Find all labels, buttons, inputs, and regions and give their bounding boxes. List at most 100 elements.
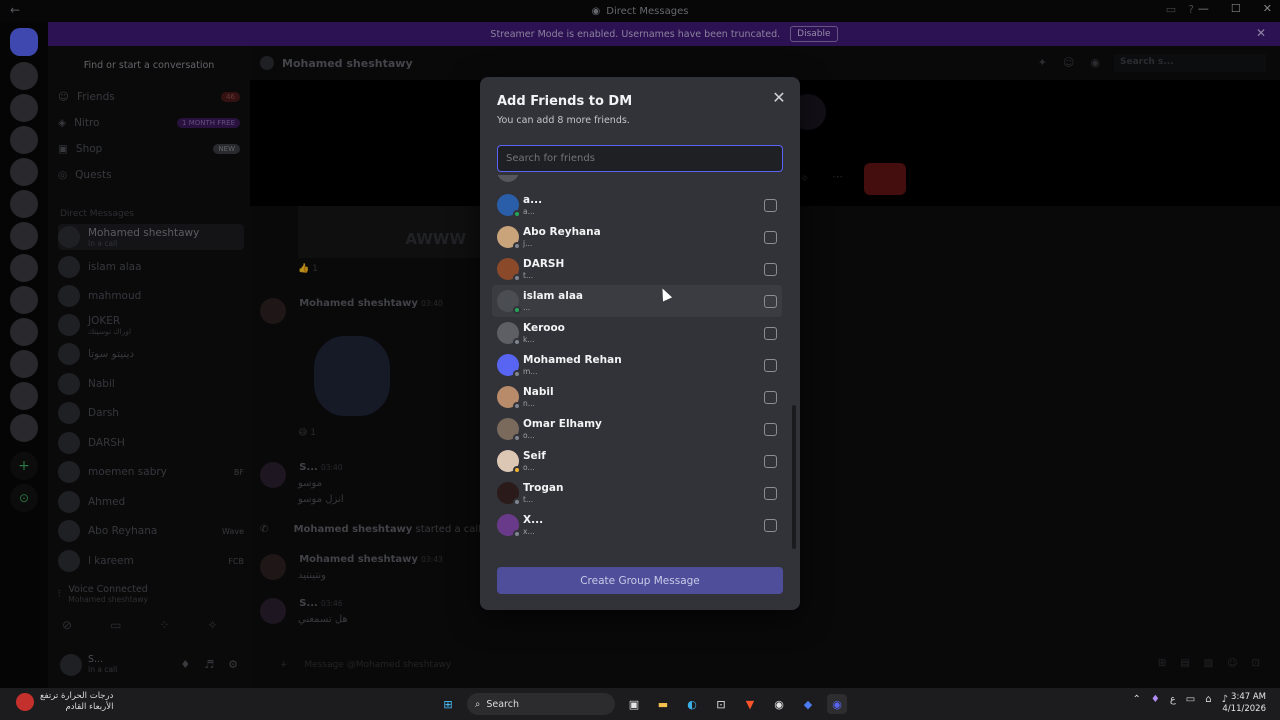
weather-alert-icon (16, 693, 34, 711)
friend-name: Seif (523, 449, 546, 462)
friend-name: Nabil (523, 385, 554, 398)
friend-username: k... (523, 334, 535, 344)
clock-time: 3:47 AM (1231, 692, 1266, 702)
status-dot (513, 402, 521, 410)
network-icon[interactable]: ⌂ (1205, 694, 1211, 705)
avatar (497, 322, 521, 346)
avatar (497, 386, 521, 410)
windows-taskbar: درجات الحرارة ترتفع الأربعاء القادم ⊞ ⌕ … (0, 688, 1280, 720)
weather-widget[interactable]: درجات الحرارة ترتفع الأربعاء القادم (16, 691, 113, 713)
friend-username: o... (523, 430, 535, 440)
friend-username: a... (523, 206, 535, 216)
friend-username: o... (523, 462, 535, 472)
status-dot (513, 338, 521, 346)
friend-row[interactable] (492, 175, 782, 187)
friend-name: islam alaa (523, 289, 583, 302)
friend-name: Trogan (523, 481, 564, 494)
friend-checkbox[interactable] (764, 487, 777, 500)
friend-search-input[interactable] (497, 145, 783, 172)
friend-row[interactable]: Kerooo k... (492, 317, 782, 349)
close-icon[interactable]: ✕ (770, 88, 788, 107)
friend-name: Omar Elhamy (523, 417, 602, 430)
avatar (497, 194, 521, 218)
store-icon[interactable]: ⊡ (711, 694, 731, 714)
weather-text: درجات الحرارة ترتفع (40, 691, 114, 701)
friend-row[interactable]: a... a... (492, 189, 782, 221)
friend-username: t... (523, 494, 534, 504)
windows-start-icon[interactable]: ⊞ (438, 694, 458, 714)
friend-row[interactable]: Trogan t... (492, 477, 782, 509)
friend-row[interactable]: X... x... (492, 509, 782, 541)
friend-checkbox[interactable] (764, 327, 777, 340)
search-label: Search (486, 698, 519, 710)
friend-list-scrollbar[interactable] (792, 405, 796, 549)
friend-checkbox[interactable] (764, 231, 777, 244)
avatar (497, 354, 521, 378)
friend-row[interactable]: Mohamed Rehan m... (492, 349, 782, 381)
avatar (497, 514, 521, 538)
avatar (497, 226, 521, 250)
weather-subtext: الأربعاء القادم (65, 702, 114, 712)
status-dot (513, 498, 521, 506)
friend-row[interactable]: Abo Reyhana j... (492, 221, 782, 253)
brave-browser-icon[interactable]: ▼ (740, 694, 760, 714)
friend-username: j... (523, 238, 533, 248)
friend-row[interactable]: DARSH t... (492, 253, 782, 285)
modal-subtitle: You can add 8 more friends. (497, 115, 630, 126)
friend-checkbox[interactable] (764, 263, 777, 276)
clock[interactable]: 3:47 AM 4/11/2026 (1222, 691, 1266, 715)
friend-username: x... (523, 526, 535, 536)
system-tray: ⌃ ♦ ع ▭ ⌂ ♪ (1132, 694, 1228, 705)
friend-username: t... (523, 270, 534, 280)
avatar (497, 175, 519, 182)
friend-checkbox[interactable] (764, 359, 777, 372)
status-dot (513, 306, 521, 314)
avatar (497, 290, 521, 314)
friend-checkbox[interactable] (764, 519, 777, 532)
discord-taskbar-icon[interactable]: ◉ (827, 694, 847, 714)
github-icon[interactable]: ◉ (769, 694, 789, 714)
microphone-icon[interactable]: ♦ (1151, 694, 1160, 705)
create-group-message-button[interactable]: Create Group Message (497, 567, 783, 594)
avatar (497, 450, 521, 474)
friend-username: m... (523, 366, 538, 376)
friend-checkbox[interactable] (764, 295, 777, 308)
status-dot (513, 466, 521, 474)
search-icon: ⌕ (475, 698, 481, 710)
friend-checkbox[interactable] (764, 423, 777, 436)
friend-row[interactable]: Omar Elhamy o... (492, 413, 782, 445)
friend-username: n... (523, 398, 535, 408)
friend-checkbox[interactable] (764, 199, 777, 212)
task-view-icon[interactable]: ▣ (624, 694, 644, 714)
chevron-up-icon[interactable]: ⌃ (1132, 694, 1140, 705)
friend-row[interactable]: islam alaa... (492, 285, 782, 317)
friend-checkbox[interactable] (764, 391, 777, 404)
status-dot (513, 530, 521, 538)
edge-browser-icon[interactable]: ◐ (682, 694, 702, 714)
friend-name: a... (523, 193, 543, 206)
status-dot (513, 370, 521, 378)
friend-row[interactable]: Seif o... (492, 445, 782, 477)
friend-name: Mohamed Rehan (523, 353, 622, 366)
status-dot (513, 210, 521, 218)
friend-name: X... (523, 513, 544, 526)
file-explorer-icon[interactable]: ▬ (653, 694, 673, 714)
friend-name: DARSH (523, 257, 565, 270)
status-dot (513, 242, 521, 250)
avatar (497, 482, 521, 506)
app-icon[interactable]: ◆ (798, 694, 818, 714)
friend-row[interactable]: Nabil n... (492, 381, 782, 413)
avatar (497, 258, 521, 282)
taskbar-search[interactable]: ⌕ Search (467, 693, 615, 715)
display-icon[interactable]: ▭ (1186, 694, 1195, 705)
taskbar-apps: ⊞ ⌕ Search ▣ ▬ ◐ ⊡ ▼ ◉ ◆ ◉ (438, 693, 847, 715)
friend-username: ... (523, 302, 531, 312)
status-dot (513, 274, 521, 282)
friend-list: a... a... Abo Reyhana j... DARSH t... islam… (492, 175, 792, 547)
add-friends-modal: Add Friends to DM You can add 8 more fri… (480, 77, 800, 610)
friend-name: Abo Reyhana (523, 225, 601, 238)
friend-name: Kerooo (523, 321, 565, 334)
friend-checkbox[interactable] (764, 455, 777, 468)
language-indicator[interactable]: ع (1170, 694, 1176, 705)
modal-title: Add Friends to DM (497, 94, 633, 109)
